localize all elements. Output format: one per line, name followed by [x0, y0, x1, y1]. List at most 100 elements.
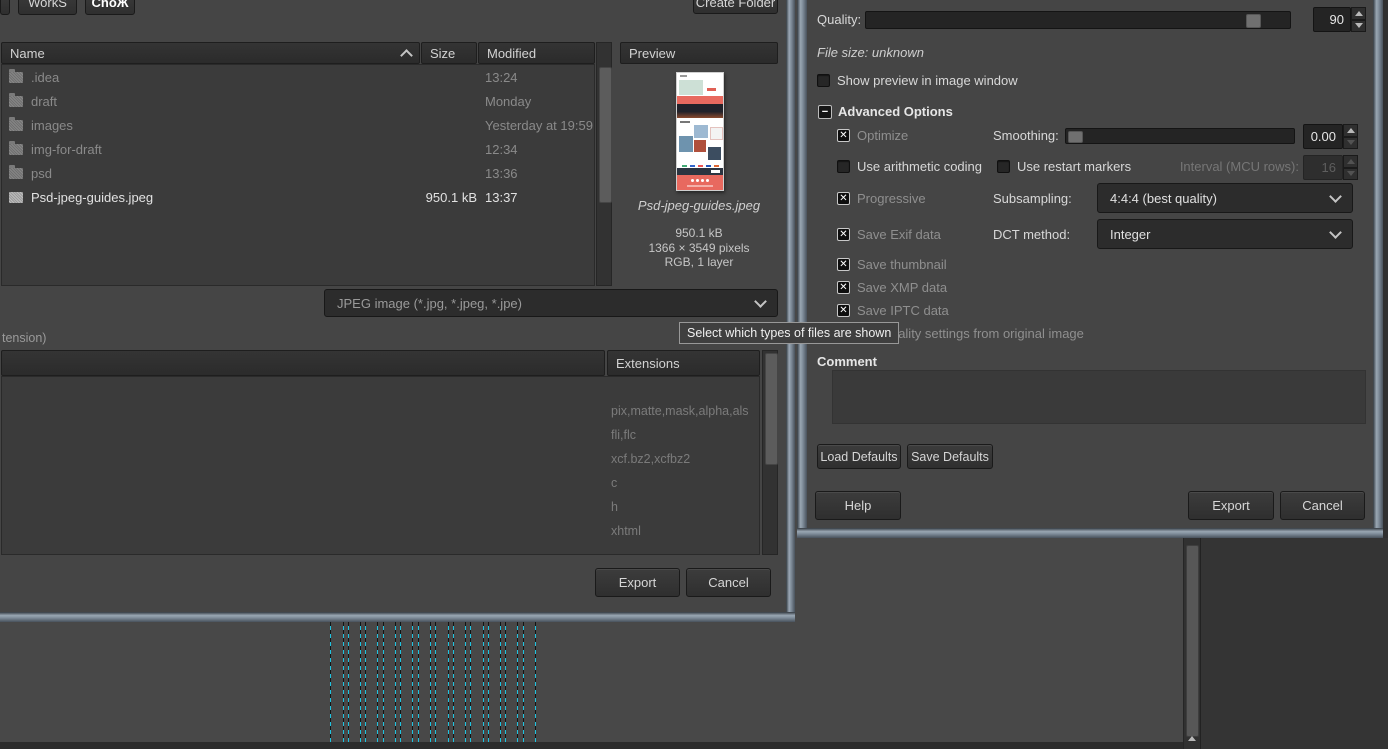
file-row[interactable]: .idea 13:24	[1, 66, 595, 90]
smoothing-slider[interactable]	[1065, 128, 1295, 144]
guide-line[interactable]	[523, 622, 524, 742]
guide-line[interactable]	[535, 622, 536, 742]
guide-line[interactable]	[412, 622, 413, 742]
guide-line[interactable]	[448, 622, 449, 742]
file-size-text: File size: unknown	[817, 45, 924, 60]
save-iptc-checkbox[interactable]	[837, 304, 850, 317]
guide-line[interactable]	[488, 622, 489, 742]
quality-slider[interactable]	[865, 11, 1291, 29]
extension-cell[interactable]: fli,flc	[611, 423, 757, 447]
guide-line[interactable]	[430, 622, 431, 742]
filetype-dropdown[interactable]: JPEG image (*.jpg, *.jpeg, *.jpe)	[324, 289, 778, 317]
arithmetic-coding-checkbox[interactable]	[837, 160, 850, 173]
subsampling-value: 4:4:4 (best quality)	[1110, 190, 1217, 206]
save-xmp-label: Save XMP data	[857, 280, 948, 295]
spin-up-icon[interactable]	[1351, 7, 1366, 20]
scrollbar-arrow-icon[interactable]	[1188, 736, 1196, 741]
advanced-options-label[interactable]: Advanced Options	[838, 104, 953, 119]
dct-method-dropdown[interactable]: Integer	[1097, 219, 1353, 249]
filetype-dropdown-value: JPEG image (*.jpg, *.jpeg, *.jpe)	[337, 295, 522, 311]
subsampling-dropdown[interactable]: 4:4:4 (best quality)	[1097, 183, 1353, 213]
save-xmp-checkbox[interactable]	[837, 281, 850, 294]
scrollbar-thumb[interactable]	[1186, 545, 1199, 737]
format-column-header[interactable]	[1, 350, 605, 376]
guide-line[interactable]	[400, 622, 401, 742]
optimize-checkbox[interactable]	[837, 129, 850, 142]
guide-line[interactable]	[500, 622, 501, 742]
guide-line[interactable]	[360, 622, 361, 742]
extension-cell[interactable]: xcf.bz2,xcfbz2	[611, 447, 757, 471]
path-button-works[interactable]: WorkS	[18, 0, 77, 15]
guide-line[interactable]	[330, 622, 331, 742]
expander-open-icon[interactable]	[818, 105, 832, 119]
save-thumbnail-checkbox[interactable]	[837, 258, 850, 271]
guide-line[interactable]	[517, 622, 518, 742]
cancel-button[interactable]: Cancel	[1280, 491, 1365, 520]
extension-cell[interactable]: h	[611, 495, 757, 519]
canvas-vertical-scrollbar[interactable]	[1183, 538, 1200, 749]
path-button-partial[interactable]	[0, 0, 10, 15]
smoothing-spinbox[interactable]: 0.00	[1303, 124, 1343, 149]
folder-icon	[9, 93, 23, 107]
guide-line[interactable]	[483, 622, 484, 742]
guide-line[interactable]	[343, 622, 344, 742]
restart-markers-checkbox[interactable]	[997, 160, 1010, 173]
file-row[interactable]: psd 13:36	[1, 162, 595, 186]
guide-line[interactable]	[465, 622, 466, 742]
guide-line[interactable]	[453, 622, 454, 742]
chevron-down-icon	[754, 294, 767, 308]
quality-spinbox[interactable]: 90	[1313, 7, 1351, 32]
cancel-button[interactable]: Cancel	[686, 568, 771, 597]
save-exif-checkbox[interactable]	[837, 228, 850, 241]
progressive-checkbox[interactable]	[837, 192, 850, 205]
comment-textarea[interactable]	[832, 370, 1366, 424]
preview-header: Preview	[620, 42, 778, 64]
create-folder-button[interactable]: Create Folder	[693, 0, 778, 14]
spin-down-icon[interactable]	[1351, 19, 1366, 32]
guide-line[interactable]	[348, 622, 349, 742]
guide-line[interactable]	[365, 622, 366, 742]
path-button-chozh[interactable]: ChoЖ	[85, 0, 135, 15]
show-preview-checkbox[interactable]	[817, 74, 830, 87]
spin-up-icon[interactable]	[1343, 124, 1358, 137]
extension-cell[interactable]: xhtml	[611, 519, 757, 543]
file-row[interactable]: images Yesterday at 19:59	[1, 114, 595, 138]
file-modified: 12:34	[485, 142, 518, 157]
guide-line[interactable]	[383, 622, 384, 742]
export-button[interactable]: Export	[1188, 491, 1274, 520]
column-header-modified[interactable]: Modified	[478, 42, 595, 64]
smoothing-label: Smoothing:	[993, 128, 1059, 143]
file-row-selected[interactable]: Psd-jpeg-guides.jpeg 950.1 kB 13:37	[1, 186, 595, 210]
preview-filesize: 950.1 kB	[675, 226, 723, 240]
scrollbar-thumb[interactable]	[765, 353, 778, 465]
help-button[interactable]: Help	[815, 491, 901, 520]
guide-line[interactable]	[377, 622, 378, 742]
save-defaults-button[interactable]: Save Defaults	[907, 444, 993, 469]
smoothing-spin-buttons[interactable]	[1343, 124, 1358, 149]
guide-line[interactable]	[470, 622, 471, 742]
guide-line[interactable]	[505, 622, 506, 742]
file-modified: 13:37	[485, 190, 518, 205]
guide-line[interactable]	[395, 622, 396, 742]
guide-line[interactable]	[418, 622, 419, 742]
extensions-column-header[interactable]: Extensions	[607, 350, 760, 376]
jpeg-export-dialog: Quality: 90 File size: unknown Show prev…	[797, 0, 1383, 538]
file-row[interactable]: draft Monday	[1, 90, 595, 114]
file-list-scrollbar[interactable]	[596, 42, 612, 286]
save-thumbnail-label: Save thumbnail	[857, 257, 947, 272]
quality-spin-buttons[interactable]	[1351, 7, 1366, 32]
file-modified: 13:36	[485, 166, 518, 181]
scrollbar-thumb[interactable]	[599, 67, 612, 203]
column-header-size[interactable]: Size	[421, 42, 477, 64]
spin-down-icon[interactable]	[1343, 136, 1358, 149]
guide-line[interactable]	[435, 622, 436, 742]
extension-cell[interactable]: pix,matte,mask,alpha,als	[611, 399, 757, 423]
export-button[interactable]: Export	[595, 568, 680, 597]
format-list-scrollbar[interactable]	[762, 350, 778, 555]
load-defaults-button[interactable]: Load Defaults	[817, 444, 901, 469]
file-row[interactable]: img-for-draft 12:34	[1, 138, 595, 162]
slider-handle[interactable]	[1246, 14, 1261, 28]
slider-handle[interactable]	[1068, 131, 1083, 143]
column-header-name[interactable]: Name	[1, 42, 420, 64]
extension-cell[interactable]: c	[611, 471, 757, 495]
